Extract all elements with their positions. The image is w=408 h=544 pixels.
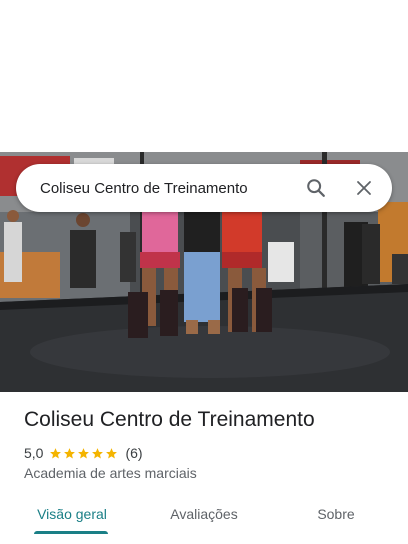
place-category: Academia de artes marciais bbox=[24, 465, 197, 481]
star-icon bbox=[92, 447, 104, 458]
tab-about[interactable]: Sobre bbox=[284, 494, 388, 534]
star-icon bbox=[78, 447, 90, 458]
search-bar[interactable]: Coliseu Centro de Treinamento bbox=[16, 164, 392, 212]
blank-area bbox=[0, 0, 408, 152]
star-icon bbox=[64, 447, 76, 458]
rating-value: 5,0 bbox=[24, 445, 44, 461]
active-tab-indicator bbox=[34, 531, 108, 534]
star-icon bbox=[106, 447, 118, 458]
search-query[interactable]: Coliseu Centro de Treinamento bbox=[16, 180, 292, 197]
close-icon bbox=[357, 181, 371, 195]
place-title: Coliseu Centro de Treinamento bbox=[24, 408, 315, 431]
star-icon bbox=[50, 447, 62, 458]
tab-overview[interactable]: Visão geral bbox=[20, 494, 124, 534]
clear-search-button[interactable] bbox=[340, 164, 388, 212]
rating-row[interactable]: 5,0 (6) bbox=[24, 444, 143, 462]
search-button[interactable] bbox=[292, 164, 340, 212]
tab-bar: Visão geral Avaliações Sobre bbox=[0, 494, 408, 534]
rating-stars bbox=[49, 447, 119, 460]
tab-reviews[interactable]: Avaliações bbox=[152, 494, 256, 534]
search-icon bbox=[307, 179, 325, 197]
review-count[interactable]: (6) bbox=[125, 445, 142, 461]
